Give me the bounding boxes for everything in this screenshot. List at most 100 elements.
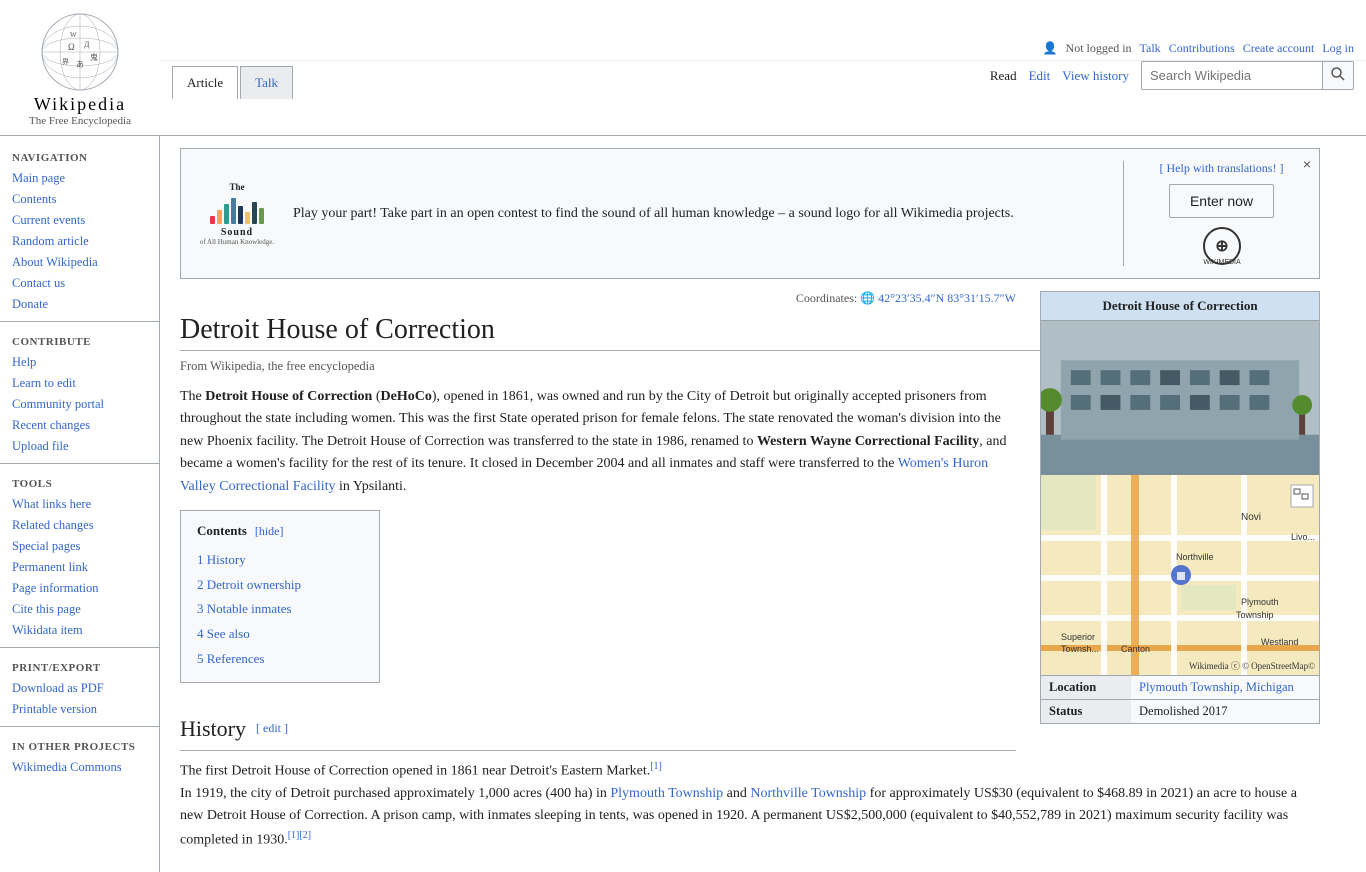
sidebar-item-main-page[interactable]: Main page: [0, 168, 159, 189]
history-p2: In 1919, the city of Detroit purchased a…: [180, 783, 1320, 852]
view-history[interactable]: View history: [1062, 68, 1129, 84]
plymouth-township-link[interactable]: Plymouth Township: [610, 786, 723, 801]
ref-2-link[interactable]: [2]: [299, 830, 311, 841]
infobox-location-label: Location: [1041, 676, 1131, 699]
svg-text:Ω: Ω: [68, 42, 75, 52]
svg-text:Plymouth: Plymouth: [1241, 597, 1279, 607]
search-icon: [1331, 67, 1345, 81]
search-box: [1141, 61, 1354, 90]
search-button[interactable]: [1322, 62, 1353, 89]
other-projects-title: In other projects: [0, 733, 159, 757]
toc-link-4[interactable]: 4 See also: [197, 626, 250, 641]
sidebar-item-what-links-here[interactable]: What links here: [0, 494, 159, 515]
topbar: 👤 Not logged in Talk Contributions Creat…: [160, 37, 1366, 61]
view-tabs: Read Edit View history: [990, 61, 1354, 98]
banner-help-link[interactable]: [ Help with translations! ]: [1160, 161, 1284, 176]
svg-text:Township: Township: [1236, 610, 1274, 620]
toc-link-2[interactable]: 2 Detroit ownership: [197, 577, 301, 592]
log-in-link[interactable]: Log in: [1322, 41, 1354, 56]
sidebar-item-permanent-link[interactable]: Permanent link: [0, 557, 159, 578]
sidebar-divider-3: [0, 647, 159, 648]
sidebar-item-special-pages[interactable]: Special pages: [0, 536, 159, 557]
toc-link-3[interactable]: 3 Notable inmates: [197, 601, 292, 616]
svg-text:あ: あ: [76, 60, 84, 69]
building-image: [1041, 320, 1319, 475]
sidebar-item-learn-to-edit[interactable]: Learn to edit: [0, 373, 159, 394]
view-edit[interactable]: Edit: [1029, 68, 1051, 84]
svg-text:Novi: Novi: [1241, 512, 1261, 523]
view-read[interactable]: Read: [990, 68, 1017, 84]
page-tabs: Article Talk: [172, 65, 990, 98]
tab-talk[interactable]: Talk: [240, 66, 293, 99]
ref-1-link[interactable]: [1]: [650, 761, 662, 772]
infobox-status-row: Status Demolished 2017: [1041, 699, 1319, 723]
tab-article[interactable]: Article: [172, 66, 238, 99]
create-account-link[interactable]: Create account: [1243, 41, 1315, 56]
enter-now-button[interactable]: Enter now: [1169, 184, 1274, 218]
logo-area: Ω Д 鬼 界 あ W Wikipedia The Free Encyclope…: [0, 0, 160, 135]
print-section-title: Print/export: [0, 654, 159, 678]
coordinates-globe-icon: 🌐: [860, 291, 875, 305]
toc-title-text: Contents: [197, 521, 247, 542]
sidebar-divider-4: [0, 726, 159, 727]
infobox: Detroit House of Correction: [1040, 291, 1320, 724]
sidebar-divider-1: [0, 321, 159, 322]
sidebar-item-page-information[interactable]: Page information: [0, 578, 159, 599]
sidebar-item-wikidata-item[interactable]: Wikidata item: [0, 620, 159, 641]
sidebar-item-upload-file[interactable]: Upload file: [0, 436, 159, 457]
contribute-section-title: Contribute: [0, 328, 159, 352]
sidebar-item-printable-version[interactable]: Printable version: [0, 699, 159, 720]
toc-item-4: 4 See also: [197, 622, 363, 647]
sidebar-item-help[interactable]: Help: [0, 352, 159, 373]
sidebar-item-community-portal[interactable]: Community portal: [0, 394, 159, 415]
toc-hide-button[interactable]: [hide]: [255, 522, 284, 541]
svg-text:Northville: Northville: [1176, 552, 1214, 562]
history-edit-link[interactable]: [ edit ]: [256, 721, 288, 735]
location-link[interactable]: Plymouth Township, Michigan: [1139, 680, 1294, 694]
sound-bars-icon: [210, 194, 264, 224]
sidebar-item-cite-this-page[interactable]: Cite this page: [0, 599, 159, 620]
toc-link-1[interactable]: 1 History: [197, 552, 246, 567]
dehoco-abbr: DeHoCo: [381, 389, 432, 404]
ref-1-2-link[interactable]: [1]: [288, 830, 300, 841]
sidebar-item-current-events[interactable]: Current events: [0, 210, 159, 231]
main-content: The Sound of All Human Knowledge.: [160, 136, 1340, 872]
infobox-location-value: Plymouth Township, Michigan: [1131, 676, 1319, 699]
toc-title: Contents [hide]: [197, 521, 363, 542]
sidebar-item-recent-changes[interactable]: Recent changes: [0, 415, 159, 436]
history-edit: [ edit ]: [256, 719, 288, 738]
banner-right: [ Help with translations! ] Enter now ⊕ …: [1123, 161, 1303, 266]
wikimedia-logo: ⊕ WIKIMEDIA: [1197, 226, 1247, 266]
northville-township-link[interactable]: Northville Township: [750, 786, 866, 801]
infobox-status-value: Demolished 2017: [1131, 700, 1319, 723]
toc-item-3: 3 Notable inmates: [197, 597, 363, 622]
contributions-link[interactable]: Contributions: [1169, 41, 1235, 56]
sidebar-item-about-wikipedia[interactable]: About Wikipedia: [0, 252, 159, 273]
coordinates-link[interactable]: 42°23′35.4″N 83°31′15.7″W: [878, 291, 1016, 305]
ref-1: [1]: [650, 761, 662, 772]
banner-close-button[interactable]: ×: [1303, 157, 1311, 171]
sidebar-divider-2: [0, 463, 159, 464]
header-nav: 👤 Not logged in Talk Contributions Creat…: [160, 37, 1366, 98]
header-nav-bottom: Article Talk Read Edit View history: [160, 61, 1366, 98]
sidebar: Navigation Main page Contents Current ev…: [0, 136, 160, 872]
whvcf-link[interactable]: Women's Huron Valley Correctional Facili…: [180, 456, 988, 493]
sidebar-item-random-article[interactable]: Random article: [0, 231, 159, 252]
search-input[interactable]: [1142, 63, 1322, 88]
sidebar-item-donate[interactable]: Donate: [0, 294, 159, 315]
dehoco-bold: Detroit House of Correction: [205, 389, 372, 404]
toc-item-5: 5 References: [197, 647, 363, 672]
toc-link-5[interactable]: 5 References: [197, 651, 265, 666]
toc-item-2: 2 Detroit ownership: [197, 573, 363, 598]
sidebar-item-contents[interactable]: Contents: [0, 189, 159, 210]
svg-text:Westland: Westland: [1261, 637, 1298, 647]
talk-link[interactable]: Talk: [1140, 41, 1161, 56]
page-layout: Navigation Main page Contents Current ev…: [0, 136, 1366, 872]
map-attribution: Wikimedia ⓒ © OpenStreetMap©: [1189, 659, 1315, 672]
infobox-location-row: Location Plymouth Township, Michigan: [1041, 675, 1319, 699]
wwcf-bold: Western Wayne Correctional Facility: [757, 434, 979, 449]
ref-1-2: [1]: [288, 830, 300, 841]
sidebar-item-contact-us[interactable]: Contact us: [0, 273, 159, 294]
sidebar-item-download-pdf[interactable]: Download as PDF: [0, 678, 159, 699]
sidebar-item-related-changes[interactable]: Related changes: [0, 515, 159, 536]
